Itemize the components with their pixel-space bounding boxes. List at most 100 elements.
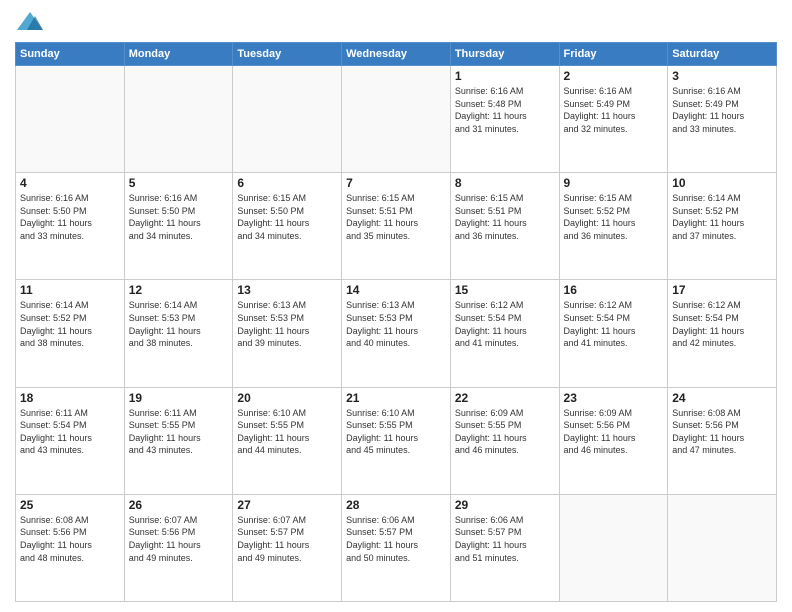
calendar-cell: 4 Sunrise: 6:16 AMSunset: 5:50 PMDaylight… [16, 173, 125, 280]
day-number: 27 [237, 498, 337, 512]
cell-content: Sunrise: 6:14 AMSunset: 5:52 PMDaylight:… [672, 192, 772, 242]
weekday-header-tuesday: Tuesday [233, 43, 342, 66]
weekday-header-row: SundayMondayTuesdayWednesdayThursdayFrid… [16, 43, 777, 66]
day-number: 1 [455, 69, 555, 83]
calendar-cell: 15 Sunrise: 6:12 AMSunset: 5:54 PMDayligh… [450, 280, 559, 387]
calendar-cell [124, 66, 233, 173]
calendar-cell: 14 Sunrise: 6:13 AMSunset: 5:53 PMDayligh… [342, 280, 451, 387]
day-number: 28 [346, 498, 446, 512]
week-row-4: 18Sunrise: 6:11 AMSunset: 5:54 PMDayligh… [16, 387, 777, 494]
calendar-cell: 1 Sunrise: 6:16 AMSunset: 5:48 PMDaylight… [450, 66, 559, 173]
cell-content: Sunrise: 6:11 AMSunset: 5:55 PMDaylight:… [129, 407, 229, 457]
cell-content: Sunrise: 6:16 AMSunset: 5:50 PMDaylight:… [20, 192, 120, 242]
weekday-header-thursday: Thursday [450, 43, 559, 66]
calendar-cell: 24 Sunrise: 6:08 AMSunset: 5:56 PMDayligh… [668, 387, 777, 494]
cell-content: Sunrise: 6:16 AMSunset: 5:48 PMDaylight:… [455, 85, 555, 135]
day-number: 5 [129, 176, 229, 190]
cell-content: Sunrise: 6:13 AMSunset: 5:53 PMDaylight:… [237, 299, 337, 349]
cell-content: Sunrise: 6:08 AMSunset: 5:56 PMDaylight:… [20, 514, 120, 564]
day-number: 14 [346, 283, 446, 297]
cell-content: Sunrise: 6:12 AMSunset: 5:54 PMDaylight:… [672, 299, 772, 349]
calendar-cell: 29 Sunrise: 6:06 AMSunset: 5:57 PMDayligh… [450, 494, 559, 601]
day-number: 16 [564, 283, 664, 297]
calendar-cell: 5 Sunrise: 6:16 AMSunset: 5:50 PMDaylight… [124, 173, 233, 280]
cell-content: Sunrise: 6:09 AMSunset: 5:55 PMDaylight:… [455, 407, 555, 457]
calendar-cell: 23 Sunrise: 6:09 AMSunset: 5:56 PMDayligh… [559, 387, 668, 494]
calendar-cell: 12Sunrise: 6:14 AMSunset: 5:53 PMDayligh… [124, 280, 233, 387]
calendar-cell: 13 Sunrise: 6:13 AMSunset: 5:53 PMDayligh… [233, 280, 342, 387]
calendar-cell: 8 Sunrise: 6:15 AMSunset: 5:51 PMDaylight… [450, 173, 559, 280]
cell-content: Sunrise: 6:11 AMSunset: 5:54 PMDaylight:… [20, 407, 120, 457]
day-number: 8 [455, 176, 555, 190]
cell-content: Sunrise: 6:15 AMSunset: 5:51 PMDaylight:… [455, 192, 555, 242]
day-number: 4 [20, 176, 120, 190]
calendar-cell: 25 Sunrise: 6:08 AMSunset: 5:56 PMDayligh… [16, 494, 125, 601]
cell-content: Sunrise: 6:16 AMSunset: 5:49 PMDaylight:… [564, 85, 664, 135]
week-row-5: 25 Sunrise: 6:08 AMSunset: 5:56 PMDayligh… [16, 494, 777, 601]
calendar-cell: 19 Sunrise: 6:11 AMSunset: 5:55 PMDayligh… [124, 387, 233, 494]
day-number: 23 [564, 391, 664, 405]
calendar-cell [559, 494, 668, 601]
weekday-header-monday: Monday [124, 43, 233, 66]
week-row-2: 4 Sunrise: 6:16 AMSunset: 5:50 PMDaylight… [16, 173, 777, 280]
cell-content: Sunrise: 6:07 AMSunset: 5:57 PMDaylight:… [237, 514, 337, 564]
calendar-cell: 16 Sunrise: 6:12 AMSunset: 5:54 PMDayligh… [559, 280, 668, 387]
calendar-cell [233, 66, 342, 173]
cell-content: Sunrise: 6:15 AMSunset: 5:52 PMDaylight:… [564, 192, 664, 242]
calendar-cell: 3Sunrise: 6:16 AMSunset: 5:49 PMDaylight… [668, 66, 777, 173]
calendar-cell: 22 Sunrise: 6:09 AMSunset: 5:55 PMDayligh… [450, 387, 559, 494]
weekday-header-sunday: Sunday [16, 43, 125, 66]
cell-content: Sunrise: 6:13 AMSunset: 5:53 PMDaylight:… [346, 299, 446, 349]
day-number: 13 [237, 283, 337, 297]
day-number: 15 [455, 283, 555, 297]
cell-content: Sunrise: 6:15 AMSunset: 5:51 PMDaylight:… [346, 192, 446, 242]
cell-content: Sunrise: 6:07 AMSunset: 5:56 PMDaylight:… [129, 514, 229, 564]
day-number: 29 [455, 498, 555, 512]
cell-content: Sunrise: 6:06 AMSunset: 5:57 PMDaylight:… [455, 514, 555, 564]
cell-content: Sunrise: 6:16 AMSunset: 5:49 PMDaylight:… [672, 85, 772, 135]
day-number: 21 [346, 391, 446, 405]
calendar-cell: 20 Sunrise: 6:10 AMSunset: 5:55 PMDayligh… [233, 387, 342, 494]
cell-content: Sunrise: 6:16 AMSunset: 5:50 PMDaylight:… [129, 192, 229, 242]
calendar-cell: 28 Sunrise: 6:06 AMSunset: 5:57 PMDayligh… [342, 494, 451, 601]
cell-content: Sunrise: 6:15 AMSunset: 5:50 PMDaylight:… [237, 192, 337, 242]
day-number: 25 [20, 498, 120, 512]
day-number: 7 [346, 176, 446, 190]
calendar-cell: 18Sunrise: 6:11 AMSunset: 5:54 PMDayligh… [16, 387, 125, 494]
cell-content: Sunrise: 6:12 AMSunset: 5:54 PMDaylight:… [564, 299, 664, 349]
day-number: 10 [672, 176, 772, 190]
logo [15, 10, 49, 34]
day-number: 17 [672, 283, 772, 297]
calendar-cell: 9 Sunrise: 6:15 AMSunset: 5:52 PMDaylight… [559, 173, 668, 280]
calendar-cell: 10 Sunrise: 6:14 AMSunset: 5:52 PMDayligh… [668, 173, 777, 280]
cell-content: Sunrise: 6:10 AMSunset: 5:55 PMDaylight:… [346, 407, 446, 457]
day-number: 19 [129, 391, 229, 405]
day-number: 2 [564, 69, 664, 83]
day-number: 26 [129, 498, 229, 512]
logo-icon [15, 10, 45, 34]
calendar-cell: 11Sunrise: 6:14 AMSunset: 5:52 PMDayligh… [16, 280, 125, 387]
cell-content: Sunrise: 6:06 AMSunset: 5:57 PMDaylight:… [346, 514, 446, 564]
calendar-cell [342, 66, 451, 173]
day-number: 9 [564, 176, 664, 190]
calendar-table: SundayMondayTuesdayWednesdayThursdayFrid… [15, 42, 777, 602]
day-number: 22 [455, 391, 555, 405]
weekday-header-saturday: Saturday [668, 43, 777, 66]
cell-content: Sunrise: 6:08 AMSunset: 5:56 PMDaylight:… [672, 407, 772, 457]
day-number: 6 [237, 176, 337, 190]
header [15, 10, 777, 34]
cell-content: Sunrise: 6:10 AMSunset: 5:55 PMDaylight:… [237, 407, 337, 457]
calendar-cell: 6 Sunrise: 6:15 AMSunset: 5:50 PMDaylight… [233, 173, 342, 280]
calendar-cell: 17 Sunrise: 6:12 AMSunset: 5:54 PMDayligh… [668, 280, 777, 387]
cell-content: Sunrise: 6:09 AMSunset: 5:56 PMDaylight:… [564, 407, 664, 457]
calendar-cell [16, 66, 125, 173]
week-row-1: 1 Sunrise: 6:16 AMSunset: 5:48 PMDaylight… [16, 66, 777, 173]
cell-content: Sunrise: 6:12 AMSunset: 5:54 PMDaylight:… [455, 299, 555, 349]
calendar-cell: 21 Sunrise: 6:10 AMSunset: 5:55 PMDayligh… [342, 387, 451, 494]
day-number: 24 [672, 391, 772, 405]
page: SundayMondayTuesdayWednesdayThursdayFrid… [0, 0, 792, 612]
cell-content: Sunrise: 6:14 AMSunset: 5:52 PMDaylight:… [20, 299, 120, 349]
day-number: 20 [237, 391, 337, 405]
calendar-cell: 2 Sunrise: 6:16 AMSunset: 5:49 PMDaylight… [559, 66, 668, 173]
cell-content: Sunrise: 6:14 AMSunset: 5:53 PMDaylight:… [129, 299, 229, 349]
